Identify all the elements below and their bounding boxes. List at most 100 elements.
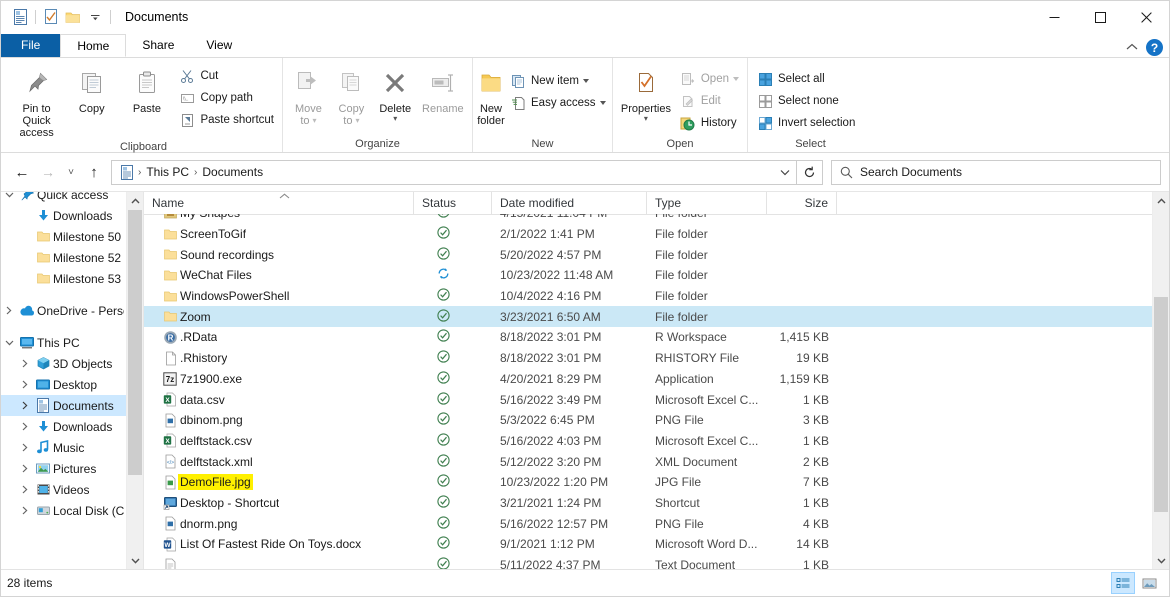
table-row[interactable]: 5/11/2022 4:37 PM Text Document 1 KB [144,555,1152,569]
chevron-right-icon[interactable] [17,443,33,452]
sidebar-item-videos[interactable]: Videos [1,479,126,500]
table-row[interactable]: X delftstack.csv 5/16/2022 4:03 PM Micro… [144,431,1152,452]
file-list-scrollbar[interactable] [1152,192,1169,569]
paste-shortcut-button[interactable]: Paste shortcut [174,109,278,131]
file-name-cell[interactable]: W List Of Fastest Ride On Toys.docx [144,537,414,552]
sidebar-item-music[interactable]: Music [1,437,126,458]
delete-button[interactable]: Delete ▾ [373,62,418,123]
file-name-cell[interactable]: ScreenToGif [144,227,414,241]
chevron-right-icon[interactable] [17,464,33,473]
open-caret-icon[interactable] [733,77,739,81]
paste-button[interactable]: Paste [119,62,174,115]
column-header-size[interactable]: Size [767,192,837,214]
scroll-down-icon[interactable] [127,552,143,569]
select-all-button[interactable]: Select all [752,68,859,90]
move-to-button[interactable]: Move to ▾ [287,62,330,127]
table-row[interactable]: </> delftstack.xml 5/12/2022 3:20 PM XML… [144,451,1152,472]
move-to-caret-icon[interactable]: ▾ [313,115,317,127]
file-name-cell[interactable]: </> delftstack.xml [144,454,414,469]
table-row[interactable]: X data.csv 5/16/2022 3:49 PM Microsoft E… [144,389,1152,410]
new-item-caret-icon[interactable] [582,79,589,83]
file-list-scroll-thumb[interactable] [1154,297,1168,512]
table-row[interactable]: Zoom 3/23/2021 6:50 AM File folder [144,306,1152,328]
sidebar-item-documents[interactable]: Documents [1,395,126,416]
table-row[interactable]: .Rhistory 8/18/2022 3:01 PM RHISTORY Fil… [144,348,1152,369]
recent-locations-button[interactable]: ˅ [61,159,81,185]
copy-path-button[interactable]: \\.. Copy path [174,87,278,109]
customize-qat-icon[interactable] [84,6,106,28]
column-header-type[interactable]: Type [647,192,767,214]
file-name-cell[interactable]: dnorm.png [144,516,414,531]
tab-file[interactable]: File [1,34,61,57]
easy-access-caret-icon[interactable] [599,101,606,105]
collapse-ribbon-icon[interactable] [1126,42,1138,54]
breadcrumb-bar[interactable]: › This PC › Documents [111,159,797,185]
table-row[interactable]: Desktop - Shortcut 3/21/2021 1:24 PM Sho… [144,493,1152,514]
file-name-cell[interactable]: My Shapes [144,214,414,220]
table-row[interactable]: DemoFile.jpg 10/23/2022 1:20 PM JPG File… [144,472,1152,493]
scroll-down-icon[interactable] [1153,552,1169,569]
open-button[interactable]: Open [675,68,743,90]
sidebar-item-milestone-52[interactable]: › Milestone 52 [1,247,126,268]
breadcrumb-item-documents[interactable]: Documents [199,165,266,179]
table-row[interactable]: Sound recordings 5/20/2022 4:57 PM File … [144,244,1152,265]
search-input[interactable]: Search Documents [860,165,962,179]
chevron-right-icon[interactable] [17,359,33,368]
column-header-date-modified[interactable]: Date modified [492,192,647,214]
table-row[interactable]: dnorm.png 5/16/2022 12:57 PM PNG File 4 … [144,513,1152,534]
history-button[interactable]: History [675,112,743,134]
maximize-button[interactable] [1077,1,1123,33]
pin-to-quick-access-button[interactable]: Pin to Quick access [9,62,64,139]
file-name-cell[interactable]: X delftstack.csv [144,433,414,448]
copy-to-caret-icon[interactable]: ▾ [355,115,359,127]
scroll-up-icon[interactable] [127,192,143,209]
table-row[interactable]: My Shapes 4/15/2021 11:04 PM File folder [144,214,1152,224]
sidebar-item-onedrive[interactable]: OneDrive - Person [1,300,126,321]
delete-caret-icon[interactable]: ▾ [393,115,397,123]
copy-button[interactable]: Copy [64,62,119,115]
file-name-cell[interactable] [144,558,414,569]
properties-caret-icon[interactable]: ▾ [644,115,648,123]
sidebar-scroll-thumb[interactable] [128,210,142,475]
select-none-button[interactable]: Select none [752,90,859,112]
forward-button[interactable]: → [35,159,61,185]
invert-selection-button[interactable]: Invert selection [752,112,859,134]
chevron-right-icon[interactable] [17,506,33,515]
sidebar-item-quick-access[interactable]: Quick access [1,192,126,205]
chevron-right-icon[interactable] [17,422,33,431]
back-button[interactable]: ← [9,159,35,185]
file-name-cell[interactable]: Sound recordings [144,248,414,262]
tab-view[interactable]: View [190,34,248,57]
sidebar-item-milestone-53[interactable]: › Milestone 53 [1,268,126,289]
sidebar-item-3d-objects[interactable]: 3D Objects [1,353,126,374]
tab-home[interactable]: Home [60,34,127,57]
refresh-button[interactable] [797,159,823,185]
file-name-cell[interactable]: DemoFile.jpg [144,474,414,491]
minimize-button[interactable] [1031,1,1077,33]
documents-properties-icon[interactable] [9,6,31,28]
scroll-up-icon[interactable] [1153,192,1169,209]
sidebar-item-desktop[interactable]: Desktop [1,374,126,395]
file-name-cell[interactable]: X data.csv [144,392,414,407]
sidebar-scrollbar[interactable] [126,192,143,569]
new-item-button[interactable]: New item [505,70,610,92]
help-icon[interactable]: ? [1146,39,1163,56]
properties-button[interactable]: Properties ▾ [617,62,675,123]
chevron-right-icon[interactable] [17,485,33,494]
close-button[interactable] [1123,1,1169,33]
properties-icon[interactable] [40,6,62,28]
file-name-cell[interactable]: .Rhistory [144,351,414,366]
easy-access-button[interactable]: Easy access [505,92,610,114]
breadcrumb-separator-1[interactable]: › [136,167,143,178]
new-folder-icon[interactable] [62,6,84,28]
file-name-cell[interactable]: 7z 7z1900.exe [144,372,414,386]
large-icons-view-button[interactable] [1137,572,1161,594]
details-view-button[interactable] [1111,572,1135,594]
chevron-down-icon[interactable] [1,340,17,346]
address-dropdown-icon[interactable] [774,161,796,184]
breadcrumb-separator-2[interactable]: › [192,167,199,178]
table-row[interactable]: WeChat Files 10/23/2022 11:48 AM File fo… [144,265,1152,286]
table-row[interactable]: ScreenToGif 2/1/2022 1:41 PM File folder [144,224,1152,245]
sidebar-item-local-disk[interactable]: Local Disk (C:) [1,500,126,521]
table-row[interactable]: 7z 7z1900.exe 4/20/2021 8:29 PM Applicat… [144,369,1152,390]
